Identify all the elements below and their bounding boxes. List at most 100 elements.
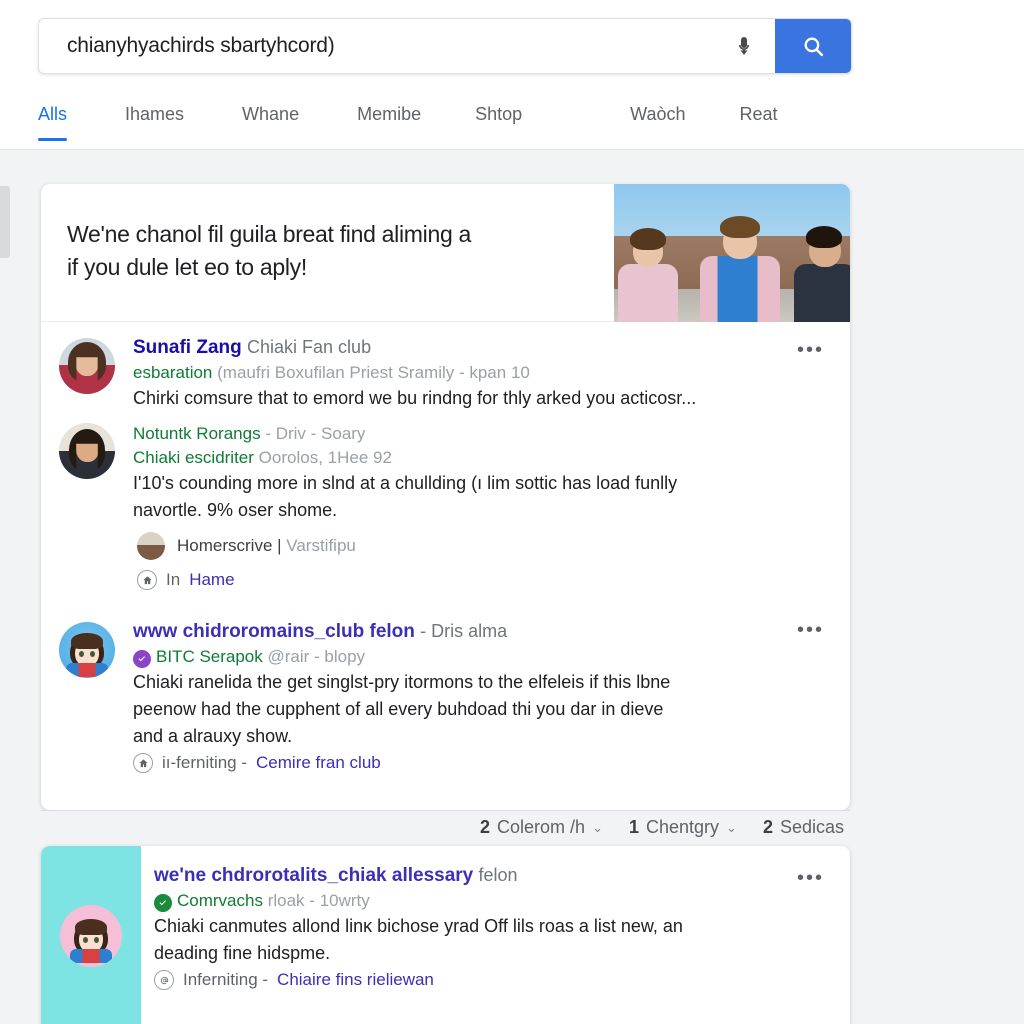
bottom-card-title[interactable]: we'ne chdrorotalits_chiak allessary felo… <box>154 864 826 888</box>
chevron-down-icon[interactable]: ⌄ <box>726 820 737 836</box>
sub-result-label: Homerscrive | <box>177 536 287 556</box>
search-results-page: Alls Ihames Whane Memibe Shtop Waòch Rea… <box>0 0 1024 1024</box>
person-left <box>618 228 678 322</box>
result-title[interactable]: www chidroromains_club felon - Dris alma <box>133 620 798 644</box>
tab-label: Shtop <box>475 104 523 124</box>
result-title-subtext: Chiaki Fan club <box>247 337 372 357</box>
bottom-card-title-subtext: felon <box>478 865 518 885</box>
result-footer-link[interactable]: Cemire fran club <box>256 753 381 773</box>
tab-label: Reat <box>739 104 778 124</box>
counter-chentgry[interactable]: 1 Chentgry ⌄ <box>629 817 737 838</box>
bottom-card-meta-source: Comrvachs <box>177 890 263 910</box>
result-content: Notuntk Rorangs - Driv - Soary Chiaki es… <box>133 421 826 523</box>
sub-result-row[interactable]: Homerscrive | Varstifipu <box>41 528 850 564</box>
more-options-icon[interactable]: ••• <box>797 340 824 360</box>
tab-ihames[interactable]: Ihames <box>125 96 184 141</box>
tab-whane[interactable]: Whane <box>242 96 299 141</box>
result-snippet-line-3: and a alrauxy show. <box>133 725 293 746</box>
bottom-result-card[interactable]: we'ne chdrorotalits_chiak allessary felo… <box>41 846 850 1024</box>
verified-badge-icon <box>133 650 151 669</box>
result-meta2-detail: Oorolos, 1Hee 92 <box>258 447 392 467</box>
result-title[interactable]: Sunafi Zang Chiaki Fan club <box>133 336 798 360</box>
tab-reat[interactable]: Reat <box>740 96 778 141</box>
tab-alls[interactable]: Alls <box>38 96 68 141</box>
bottom-card-snippet-line-1: Chiaki canmutes allond linĸ bichose yrad… <box>154 915 683 936</box>
in-location-row[interactable]: In Hame <box>41 564 850 602</box>
avatar <box>59 338 115 394</box>
bottom-card-title-text: we'ne chdrorotalits_chiak allessary <box>154 865 474 886</box>
counter-label: Sedicas <box>779 817 844 837</box>
hero-text: We'ne chanol fil guila breat find alimin… <box>41 184 614 321</box>
counter-number: 1 <box>628 817 639 837</box>
result-content: Sunafi Zang Chiaki Fan club esbaration (… <box>133 336 826 411</box>
chevron-down-icon[interactable]: ⌄ <box>592 820 603 836</box>
verified-badge-icon <box>154 893 172 912</box>
result-meta2-source: Chiaki escidriter <box>133 447 254 467</box>
results-card: We'ne chanol fil guila breat find alimin… <box>41 184 850 810</box>
left-edge-sliver <box>0 186 10 258</box>
result-title-text: Sunafi Zang <box>133 337 242 358</box>
counter-label: Colerom /h <box>497 817 586 837</box>
result-meta-detail: @rair - blopy <box>267 647 366 667</box>
tab-label: Whane <box>242 104 300 124</box>
search-input[interactable] <box>39 34 713 58</box>
avatar <box>59 622 115 679</box>
hero-banner[interactable]: We'ne chanol fil guila breat find alimin… <box>41 184 850 322</box>
sub-result-text: Homerscrive | Varstifipu <box>177 536 356 556</box>
person-right <box>794 226 850 322</box>
small-avatar <box>137 532 165 561</box>
bottom-card-footer-row[interactable]: Inferniting - Chiaire fins rieliewan <box>154 970 826 991</box>
avatar <box>59 422 115 479</box>
result-meta-detail: - Driv - Soary <box>265 423 366 443</box>
result-snippet: Chirki comsure that to emord we bu rindn… <box>133 387 697 408</box>
counter-sedicas[interactable]: 2 Sedicas <box>763 817 844 838</box>
result-item-3[interactable]: www chidroromains_club felon - Dris alma… <box>41 602 850 779</box>
result-title-subtext: - Dris alma <box>420 621 508 642</box>
search-button[interactable] <box>775 19 851 73</box>
bottom-card-meta-detail: rloak - 10wrty <box>267 890 370 910</box>
cyan-panel <box>41 846 141 1024</box>
counter-colerom[interactable]: 2 Colerom /h ⌄ <box>480 817 603 838</box>
tab-label: Waòch <box>630 104 686 124</box>
bottom-card-meta: Comrvachs rloak - 10wrty <box>154 890 826 912</box>
in-label: In <box>166 570 181 590</box>
result-footer-row[interactable]: iı-ferniting - Cemire fran club <box>133 753 798 774</box>
person-center <box>700 216 780 322</box>
result-item-2[interactable]: Notuntk Rorangs - Driv - Soary Chiaki es… <box>41 417 850 529</box>
hero-line-1: We'ne chanol fil guila breat find alimin… <box>67 221 472 247</box>
more-options-icon[interactable]: ••• <box>797 620 824 640</box>
counter-label: Chentgry <box>645 817 720 837</box>
avatar <box>60 905 122 967</box>
avatar-column <box>59 421 133 523</box>
hero-line-2: if you dule let eo to aply! <box>67 253 307 280</box>
result-meta-source: BITC Serapok <box>156 647 263 667</box>
microphone-icon[interactable] <box>713 19 775 73</box>
result-snippet-line-2: navortle. 9% oser shome. <box>133 499 338 520</box>
tab-waoch[interactable]: Waòch <box>630 96 685 141</box>
result-meta: BITC Serapok @rair - blopy <box>133 646 798 669</box>
result-meta-source: Notuntk Rorangs <box>133 423 261 443</box>
result-snippet-line-2: peenow had the cupphent of all every buh… <box>133 698 664 719</box>
bottom-card-footer-label: Inferniting - <box>183 970 269 990</box>
result-snippet-line-1: Chiaki ranelida the get singlst-pry itor… <box>133 672 671 693</box>
tab-bar: Alls Ihames Whane Memibe Shtop Waòch Rea… <box>38 96 868 150</box>
counters-bar: 2 Colerom /h ⌄ 1 Chentgry ⌄ 2 Sedicas <box>41 810 850 844</box>
hero-image-students <box>614 184 850 322</box>
tab-shtop[interactable]: Shtop <box>475 96 522 141</box>
result-item-1[interactable]: Sunafi Zang Chiaki Fan club esbaration (… <box>41 322 850 417</box>
more-options-icon[interactable]: ••• <box>797 868 824 888</box>
result-footer-label: iı-ferniting - <box>162 753 248 773</box>
result-meta-secondary: Chiaki escidriter Oorolos, 1Hee 92 <box>133 447 798 469</box>
search-bar[interactable] <box>38 18 852 74</box>
result-meta-detail: (maufri Boxufilan Priest Sramily - kpan … <box>217 362 530 382</box>
anime-face <box>66 631 108 678</box>
home-icon <box>137 570 157 591</box>
result-meta-source: esbaration <box>133 362 213 382</box>
tab-label: Alls <box>38 104 68 124</box>
bottom-card-footer-link[interactable]: Chiaire fins rieliewan <box>277 970 434 990</box>
in-link[interactable]: Hame <box>189 570 234 590</box>
at-icon <box>154 970 174 991</box>
bottom-card-snippet-line-2: deading fine hidspme. <box>154 942 331 963</box>
tab-memibe[interactable]: Memibe <box>357 96 421 141</box>
result-meta: Notuntk Rorangs - Driv - Soary <box>133 423 798 445</box>
